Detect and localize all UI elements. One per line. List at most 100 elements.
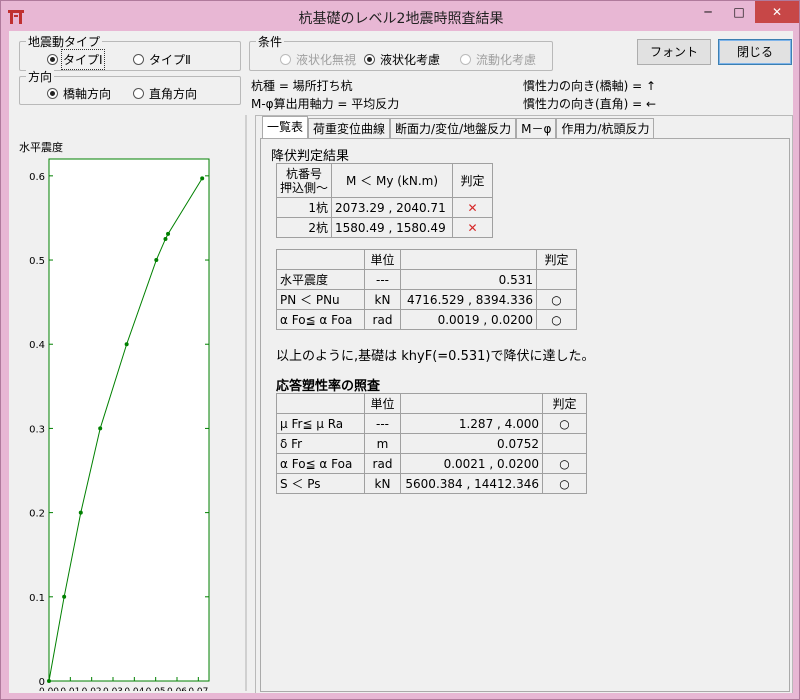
radio-type-1[interactable]: タイプⅠ (47, 49, 105, 70)
tab-load-displacement[interactable]: 荷重変位曲線 (308, 118, 391, 138)
tab-m-phi[interactable]: M－φ (516, 118, 557, 138)
radio-dot (364, 54, 375, 65)
axial-force-info: M-φ算出用軸力 = 平均反力 (251, 97, 400, 111)
x-tick-label: 0.02 (82, 687, 102, 691)
table-cell: kN (364, 289, 401, 310)
radio-dot (133, 88, 144, 99)
yield-table: 杭番号 押込側～ M ＜ My (kN.m) 判定 1杭 2073.29 , 20… (275, 163, 494, 238)
col-judge: 判定 (542, 393, 587, 414)
table-cell: 4716.529 , 8394.336 (400, 289, 537, 310)
blank-cell (400, 249, 537, 270)
radio-dot (133, 54, 144, 65)
seismic-type-group: 地震動タイプ タイプⅠ タイプⅡ (19, 33, 241, 71)
table-cell: μ Fr≦ μ Ra (276, 413, 365, 434)
inertia-axial-info: 慣性力の向き(橋軸) = ↑ (523, 79, 657, 93)
radio-type-2[interactable]: タイプⅡ (133, 51, 191, 68)
table-row: α Fo≦ α Foa rad 0.0019 , 0.0200 ○ (276, 309, 577, 330)
data-point (47, 679, 51, 683)
y-tick-label: 0.5 (29, 256, 45, 267)
col-m: M ＜ My (kN.m) (331, 163, 454, 198)
table-row: μ Fr≦ μ Ra --- 1.287 , 4.000 ○ (276, 413, 587, 434)
radio-perpendicular-label: 直角方向 (149, 87, 198, 101)
table-cell: δ Fr (276, 433, 365, 454)
data-point (78, 510, 83, 515)
col-pile: 杭番号 (286, 166, 323, 181)
title-bar[interactable]: 杭基礎のレベル2地震時照査結果 ─ □ ✕ (1, 1, 800, 31)
table-cell: ○ (536, 309, 577, 330)
y-tick-label: 0.1 (29, 593, 45, 604)
radio-dot (460, 54, 471, 65)
plot-area (48, 158, 210, 682)
ductility-heading: 応答塑性率の照査 (276, 379, 381, 394)
condition-group: 条件 液状化無視 液状化考慮 流動化考慮 (249, 33, 553, 71)
table-cell: 2073.29 , 2040.71 (331, 197, 454, 218)
table-row: S ＜ Ps kN 5600.384 , 14412.346 ○ (276, 473, 587, 494)
tab-action-force[interactable]: 作用力/杭頭反力 (556, 118, 655, 138)
table-cell: rad (364, 309, 401, 330)
radio-type-2-label: タイプⅡ (149, 53, 191, 67)
radio-dot (47, 88, 58, 99)
radio-liquefaction-ignore[interactable]: 液状化無視 (280, 51, 356, 68)
table-row: 単位 判定 (276, 393, 587, 414)
table-cell: α Fo≦ α Foa (276, 453, 365, 474)
radio-dot (280, 54, 291, 65)
table-cell: rad (364, 453, 401, 474)
col-unit: 単位 (364, 393, 401, 414)
table-cell: 0.531 (400, 269, 537, 290)
x-tick-label: 0.06 (167, 687, 187, 691)
table-row: 水平震度 --- 0.531 (276, 269, 577, 290)
table-cell: 1杭 (275, 197, 333, 218)
col-pile-sub: 押込側～ (280, 180, 329, 195)
close-window-button[interactable]: ✕ (755, 1, 799, 23)
chart-panel: 水平震度変位(m)00.10.20.30.40.50.60.000.010.02… (9, 115, 247, 700)
summary-page: 降伏判定結果 杭番号 押込側～ M ＜ My (kN.m) 判定 1杭 2073.… (260, 138, 790, 692)
table-cell (542, 433, 587, 454)
data-point (163, 236, 168, 241)
y-tick-label: 0.4 (29, 340, 45, 351)
result-panel: 一覧表 荷重変位曲線 断面力/変位/地盤反力 M－φ 作用力/杭頭反力 降伏判定… (255, 115, 793, 693)
table-row: 杭番号 押込側～ M ＜ My (kN.m) 判定 (275, 163, 494, 198)
radio-flow-consider[interactable]: 流動化考慮 (460, 51, 536, 68)
table-cell: --- (364, 413, 401, 434)
radio-axial[interactable]: 橋軸方向 (47, 85, 111, 102)
y-tick-label: 0.2 (29, 509, 45, 520)
table-cell: m (364, 433, 401, 454)
data-point (98, 426, 103, 431)
table-cell: 1580.49 , 1580.49 (331, 217, 454, 238)
check2-table: 単位 判定 μ Fr≦ μ Ra --- 1.287 , 4.000 ○ δ F… (276, 393, 587, 494)
table-row: α Fo≦ α Foa rad 0.0021 , 0.0200 ○ (276, 453, 587, 474)
minimize-button[interactable]: ─ (694, 1, 722, 23)
yield-heading: 降伏判定結果 (271, 149, 350, 164)
table-row: δ Fr m 0.0752 (276, 433, 587, 454)
data-point (200, 176, 205, 181)
font-button[interactable]: フォント (637, 39, 711, 65)
x-tick-label: 0.07 (188, 687, 208, 691)
x-tick-label: 0.03 (103, 687, 123, 691)
condition-label: 条件 (256, 33, 285, 50)
data-point (124, 342, 129, 347)
close-button[interactable]: 閉じる (718, 39, 792, 65)
col-judge: 判定 (536, 249, 577, 270)
y-axis-label: 水平震度 (19, 140, 63, 154)
data-point (166, 231, 171, 236)
x-tick-label: 0.04 (124, 687, 144, 691)
client-area: 地震動タイプ タイプⅠ タイプⅡ 方向 橋軸方向 直角方向 条件 液状化無視 液… (9, 31, 793, 700)
y-tick-label: 0.3 (29, 424, 45, 435)
radio-perpendicular[interactable]: 直角方向 (133, 85, 197, 102)
x-tick-label: 0.05 (146, 687, 166, 691)
maximize-button[interactable]: □ (725, 1, 753, 23)
tab-section-force[interactable]: 断面力/変位/地盤反力 (390, 118, 517, 138)
table-row: 1杭 2073.29 , 2040.71 ✕ (275, 197, 494, 218)
blank-cell (400, 393, 543, 414)
table-cell: 0.0752 (400, 433, 543, 454)
tab-summary[interactable]: 一覧表 (262, 116, 309, 138)
table-row: 単位 判定 (276, 249, 577, 270)
radio-flow-consider-label: 流動化考慮 (476, 53, 537, 67)
radio-dot (47, 54, 58, 65)
radio-liquefaction-consider[interactable]: 液状化考慮 (364, 51, 440, 68)
blank-cell (276, 393, 365, 414)
table-cell: 水平震度 (276, 269, 365, 290)
conclusion-text: 以上のように,基礎は khyF(=0.531)で降伏に達した。 (276, 349, 595, 364)
table-cell: α Fo≦ α Foa (276, 309, 365, 330)
table-cell: ○ (542, 473, 587, 494)
